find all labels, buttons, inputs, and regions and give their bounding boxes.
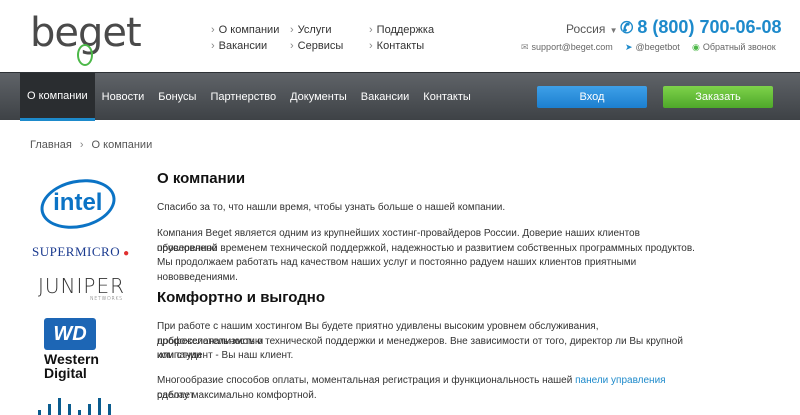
top-links-col1: О компании Вакансии: [211, 22, 280, 54]
nav-item-news[interactable]: Новости: [95, 73, 152, 121]
nav-item-contacts[interactable]: Контакты: [416, 73, 478, 121]
support-email: support@beget.com: [531, 42, 613, 52]
supermicro-dot-icon: ●: [120, 248, 130, 259]
top-link-contacts[interactable]: Контакты: [369, 38, 434, 54]
top-links-col2: Услуги Сервисы: [290, 22, 344, 54]
juniper-networks-text: NETWORKS: [90, 296, 123, 302]
wd-logo-badge: WD: [44, 318, 96, 350]
telegram-handle: @begetbot: [635, 42, 680, 52]
top-link-support[interactable]: Поддержка: [369, 22, 434, 38]
main-menu: О компании Новости Бонусы Партнерство До…: [20, 73, 478, 121]
whatsapp-icon: ◉: [692, 42, 700, 52]
main-nav-bar: О компании Новости Бонусы Партнерство До…: [0, 72, 800, 121]
page-title: О компании: [157, 170, 246, 187]
callback-link[interactable]: ◉ Обратный звонок: [692, 42, 776, 53]
payment-paragraph-line-2: работу максимально комфортной.: [157, 389, 317, 401]
mail-icon: ✉: [521, 42, 529, 52]
site-header: beget О компании Вакансии Услуги Сервисы…: [0, 0, 800, 72]
telegram-icon: ➤: [625, 42, 633, 52]
section-heading-comfort: Комфортно и выгодно: [157, 289, 325, 306]
intel-logo: intel: [35, 172, 121, 236]
breadcrumb: Главная › О компании: [30, 139, 152, 151]
breadcrumb-home[interactable]: Главная: [30, 139, 72, 151]
phone-text: 8 (800) 700-06-08: [637, 17, 782, 37]
control-panel-link[interactable]: панели управления: [575, 375, 665, 386]
supermicro-logo: SUPERMICRO ●: [32, 244, 130, 260]
telegram-link[interactable]: ➤ @begetbot: [625, 42, 680, 53]
logo-swirl-icon: [77, 44, 93, 66]
callback-label: Обратный звонок: [702, 42, 776, 52]
cisco-logo-icon: [36, 398, 116, 415]
wd-line-2: Digital: [44, 365, 87, 381]
chevron-right-icon: ›: [79, 139, 84, 151]
top-link-about[interactable]: О компании: [211, 22, 280, 38]
western-digital-logo-text: Western Digital: [44, 352, 99, 380]
login-button[interactable]: Вход: [537, 86, 647, 108]
wd-line-1: Western: [44, 351, 99, 367]
support-email-link[interactable]: ✉ support@beget.com: [521, 42, 613, 53]
order-button[interactable]: Заказать: [663, 86, 773, 108]
top-link-services[interactable]: Услуги: [290, 22, 343, 38]
phone-number[interactable]: ✆ 8 (800) 700-06-08: [620, 17, 782, 38]
nav-item-documents[interactable]: Документы: [283, 73, 354, 121]
nav-item-vacancies[interactable]: Вакансии: [354, 73, 417, 121]
phone-icon: ✆: [620, 20, 634, 37]
company-paragraph-line-2: проверенной временем технической поддерж…: [157, 242, 695, 254]
service-paragraph-line-3: или студент - Вы наш клиент.: [157, 350, 294, 361]
nav-item-about[interactable]: О компании: [20, 73, 95, 121]
nav-item-bonuses[interactable]: Бонусы: [151, 73, 203, 121]
region-selector[interactable]: Россия ▼: [566, 22, 618, 36]
intro-paragraph: Спасибо за то, что нашли время, чтобы уз…: [157, 202, 506, 213]
payment-text-pre: Многообразие способов оплаты, моментальн…: [157, 375, 573, 386]
caret-down-icon: ▼: [607, 26, 618, 35]
top-link-tools[interactable]: Сервисы: [290, 38, 344, 54]
intel-logo-text: intel: [53, 189, 103, 217]
supermicro-logo-text: SUPERMICRO: [32, 244, 121, 259]
nav-item-partnership[interactable]: Партнерство: [203, 73, 283, 121]
juniper-logo-text: JUNIPER: [38, 274, 125, 298]
beget-logo[interactable]: beget: [30, 8, 155, 68]
top-link-vacancies[interactable]: Вакансии: [211, 38, 279, 54]
company-paragraph-line-3: Мы продолжаем работать над качеством наш…: [157, 257, 637, 283]
region-label: Россия: [566, 22, 606, 36]
breadcrumb-current: О компании: [91, 139, 153, 151]
juniper-logo: JUNIPER NETWORKS: [38, 274, 125, 302]
top-links-col3: Поддержка Контакты: [369, 22, 434, 54]
